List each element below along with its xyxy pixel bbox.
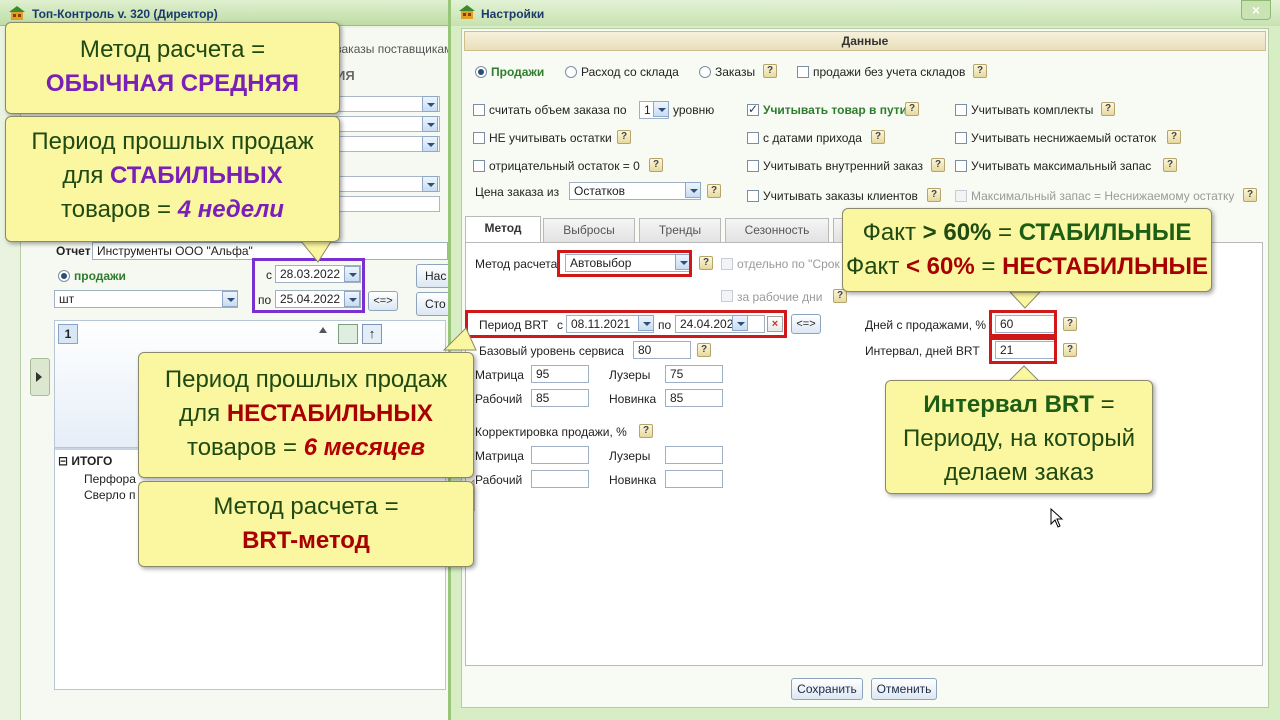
callout-line: Период прошлых продаж xyxy=(164,366,448,393)
callout-line: делаем заказ xyxy=(944,459,1094,486)
callout-line: для НЕСТАБИЛЬНЫХ xyxy=(139,397,473,431)
callout-highlight-text: BRT-метод xyxy=(242,527,370,554)
callout-line: Факт < 60% = НЕСТАБИЛЬНЫЕ xyxy=(843,250,1211,284)
callout-line: товаров = 4 недели xyxy=(6,193,339,227)
callout-text: для xyxy=(179,400,227,427)
callout-line: товаров = 6 месяцев xyxy=(139,431,473,465)
callout-highlight-text: НЕСТАБИЛЬНЫХ xyxy=(226,400,433,427)
callout-method-brt: Метод расчета = BRT-метод xyxy=(138,481,474,567)
callout-highlight-text: 4 недели xyxy=(177,196,284,223)
callout-text: товаров = xyxy=(61,196,178,223)
callout-line: Интервал BRT = xyxy=(886,388,1152,422)
callout-text: Факт xyxy=(845,253,906,280)
callout-text: для xyxy=(62,162,111,189)
callout-text: = xyxy=(1093,391,1115,418)
callout-line: Периоду, на который xyxy=(902,425,1136,452)
callout-method-average: Метод расчета = ОБЫЧНАЯ СРЕДНЯЯ xyxy=(5,22,340,114)
callout-text: = xyxy=(991,219,1019,246)
callout-period-unstable: Период прошлых продаж для НЕСТАБИЛЬНЫХ т… xyxy=(138,352,474,478)
callout-highlight-text: ОБЫЧНАЯ СРЕДНЯЯ xyxy=(45,70,300,97)
callout-line: Факт > 60% = СТАБИЛЬНЫЕ xyxy=(843,216,1211,250)
callout-line: Период прошлых продаж xyxy=(31,128,314,155)
callout-highlight-text: 6 месяцев xyxy=(303,434,426,461)
callout-highlight-text: СТАБИЛЬНЫХ xyxy=(110,162,283,189)
callout-text: Факт xyxy=(862,219,923,246)
callout-line: Метод расчета = xyxy=(79,36,266,63)
callout-highlight-text: Интервал BRT xyxy=(923,391,1094,418)
callout-text: < 60% xyxy=(905,253,975,280)
callout-line: Метод расчета = xyxy=(213,493,399,520)
callout-text: > 60% xyxy=(922,219,992,246)
callout-text: = xyxy=(974,253,1003,280)
callout-fact-stability: Факт > 60% = СТАБИЛЬНЫЕ Факт < 60% = НЕС… xyxy=(842,208,1212,292)
callout-brt-interval: Интервал BRT = Периоду, на который делае… xyxy=(885,380,1153,494)
callout-line: для СТАБИЛЬНЫХ xyxy=(6,159,339,193)
callout-highlight-text: СТАБИЛЬНЫЕ xyxy=(1018,219,1192,246)
mouse-cursor-icon xyxy=(1050,508,1064,528)
callout-highlight-text: НЕСТАБИЛЬНЫЕ xyxy=(1002,253,1209,280)
callout-text: товаров = xyxy=(186,434,304,461)
callout-period-stable: Период прошлых продаж для СТАБИЛЬНЫХ тов… xyxy=(5,116,340,242)
